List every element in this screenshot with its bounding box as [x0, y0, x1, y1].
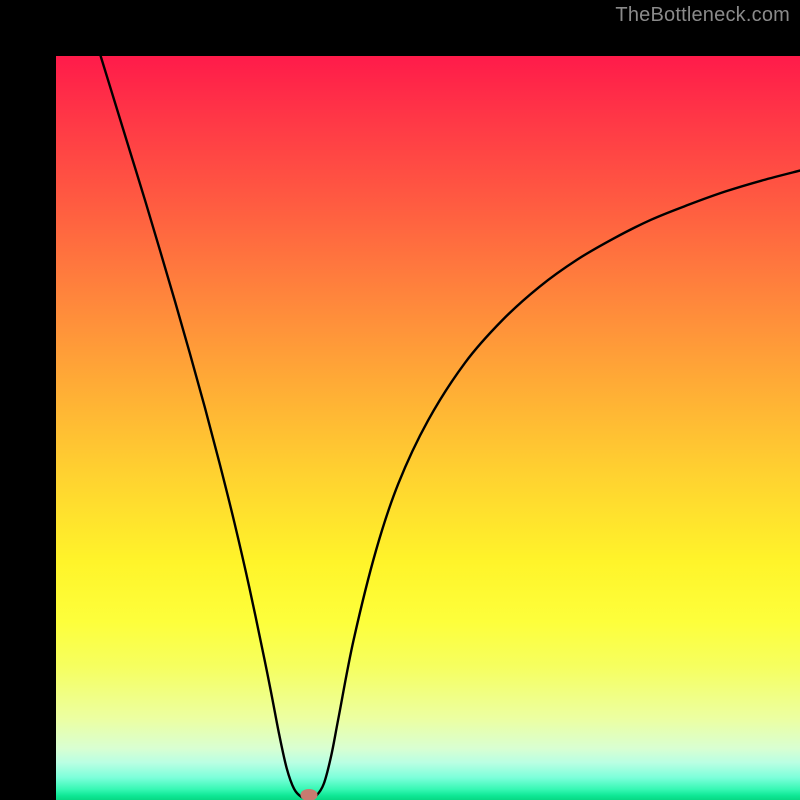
optimum-marker [300, 789, 317, 800]
chart-frame [0, 0, 800, 800]
plot-area [56, 56, 800, 800]
curve-svg [56, 56, 800, 800]
bottleneck-curve [101, 56, 800, 799]
watermark-text: TheBottleneck.com [615, 4, 790, 27]
